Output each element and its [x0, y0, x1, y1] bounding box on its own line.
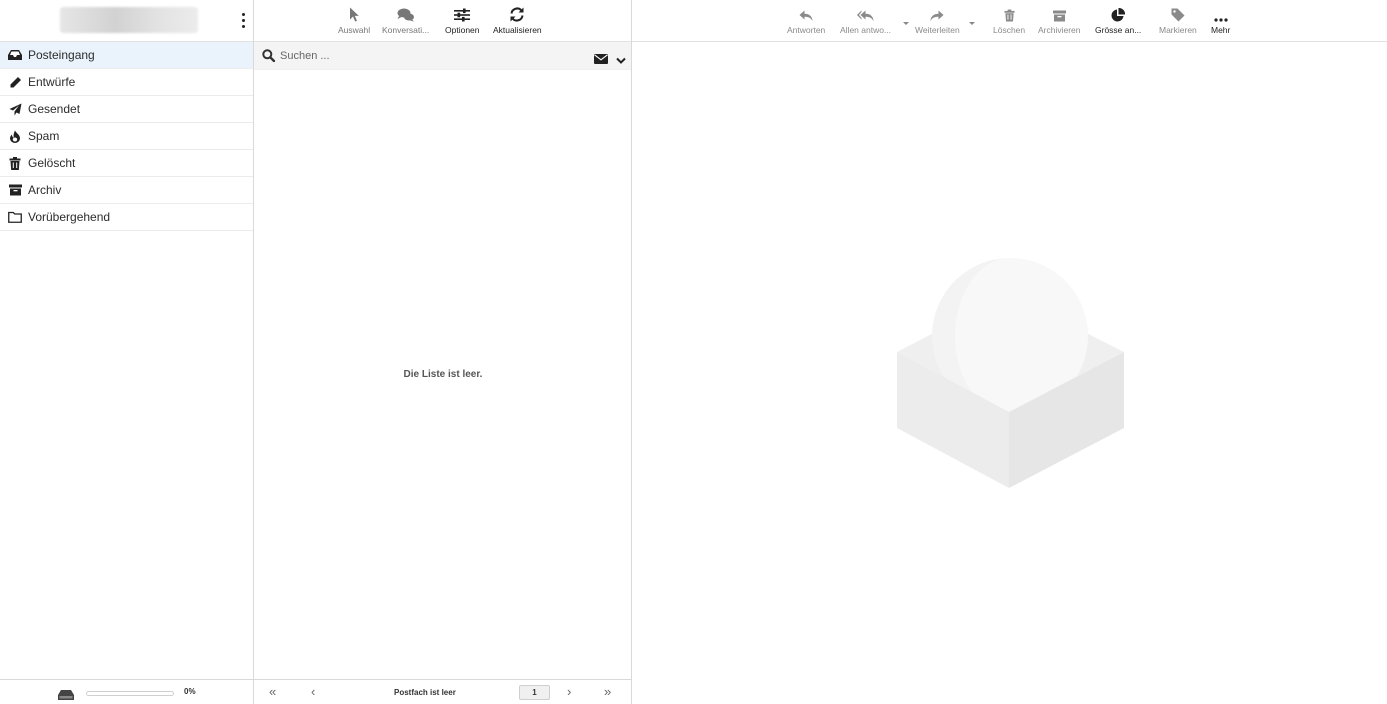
- menu-kebab-icon[interactable]: [237, 11, 249, 31]
- folder-item-spam[interactable]: Spam: [0, 123, 253, 150]
- chevron-down-icon[interactable]: [616, 52, 626, 70]
- folder-item-archive[interactable]: Archiv: [0, 177, 253, 204]
- tag-icon: [1171, 4, 1185, 22]
- previous-page-icon[interactable]: ‹: [311, 684, 315, 700]
- quota-progress: [86, 691, 174, 696]
- reply-icon: [799, 4, 813, 22]
- select-button[interactable]: Auswahl: [338, 4, 370, 35]
- size-button[interactable]: Grösse an...: [1095, 4, 1141, 35]
- page-number-input[interactable]: 1: [519, 685, 550, 700]
- refresh-label: Aktualisieren: [493, 25, 542, 35]
- select-label: Auswahl: [338, 25, 371, 35]
- forward-dropdown-icon[interactable]: [969, 22, 975, 25]
- pencil-icon: [8, 75, 22, 89]
- next-page-icon[interactable]: ›: [567, 684, 571, 700]
- search-bar: [254, 42, 631, 70]
- last-page-icon[interactable]: »: [604, 684, 611, 700]
- message-list-panel: Auswahl Konversati... Optionen Aktualisi…: [254, 0, 632, 704]
- ellipsis-icon: [1214, 4, 1228, 22]
- fire-icon: [8, 129, 22, 143]
- folder-label: Gelöscht: [28, 156, 76, 170]
- reply-all-label: Allen antwo...: [840, 25, 892, 35]
- forward-button[interactable]: Weiterleiten: [915, 4, 960, 35]
- pagination-bar: « ‹ Postfach ist leer 1 › »: [254, 679, 631, 704]
- folder-label: Gesendet: [28, 102, 81, 116]
- archive-icon: [8, 183, 22, 197]
- pie-chart-icon: [1111, 4, 1126, 22]
- options-label: Optionen: [445, 25, 480, 35]
- delete-button[interactable]: Löschen: [993, 4, 1025, 35]
- first-page-icon[interactable]: «: [269, 684, 276, 700]
- refresh-icon: [509, 4, 525, 22]
- cursor-icon: [349, 4, 359, 22]
- folder-label: Vorübergehend: [28, 210, 111, 224]
- forward-icon: [930, 4, 944, 22]
- conversation-icon: [397, 4, 415, 22]
- archive-icon: [1052, 4, 1066, 22]
- reply-all-icon: [857, 4, 874, 22]
- quota-percent: 0%: [184, 687, 196, 696]
- folder-item-sent[interactable]: Gesendet: [0, 96, 253, 123]
- folder-label: Archiv: [28, 183, 62, 197]
- search-icon: [262, 49, 276, 67]
- message-toolbar: Antworten Allen antwo... Weiterleiten Lö…: [632, 0, 1387, 42]
- quota-footer: 0%: [0, 679, 253, 704]
- more-button[interactable]: Mehr: [1211, 4, 1230, 35]
- sliders-icon: [454, 4, 471, 22]
- list-toolbar: Auswahl Konversati... Optionen Aktualisi…: [254, 0, 631, 42]
- forward-label: Weiterleiten: [915, 25, 960, 35]
- mark-button[interactable]: Markieren: [1159, 4, 1197, 35]
- reply-all-dropdown-icon[interactable]: [903, 22, 909, 25]
- envelope-icon[interactable]: [594, 51, 608, 69]
- folder-item-inbox[interactable]: Posteingang: [0, 42, 253, 69]
- more-label: Mehr: [1211, 25, 1231, 35]
- folder-list: Posteingang Entwürfe Gesendet Spam Gelös…: [0, 42, 253, 231]
- folder-label: Spam: [28, 129, 60, 143]
- paper-plane-icon: [8, 102, 22, 116]
- folder-sidebar: Posteingang Entwürfe Gesendet Spam Gelös…: [0, 0, 254, 704]
- options-button[interactable]: Optionen: [445, 4, 480, 35]
- delete-label: Löschen: [993, 25, 1026, 35]
- reply-all-button[interactable]: Allen antwo...: [840, 4, 891, 35]
- webmail-app: Posteingang Entwürfe Gesendet Spam Gelös…: [0, 0, 1387, 704]
- reply-label: Antworten: [787, 25, 826, 35]
- logo[interactable]: [60, 7, 198, 33]
- empty-mailbox-watermark: [897, 258, 1124, 488]
- trash-icon: [8, 156, 22, 170]
- trash-icon: [1004, 4, 1015, 22]
- threads-button[interactable]: Konversati...: [382, 4, 429, 35]
- folder-item-temporary[interactable]: Vorübergehend: [0, 204, 253, 231]
- archive-button[interactable]: Archivieren: [1038, 4, 1081, 35]
- folder-item-drafts[interactable]: Entwürfe: [0, 69, 253, 96]
- logo-header: [0, 0, 253, 42]
- folder-label: Posteingang: [28, 48, 95, 62]
- message-preview-panel: Antworten Allen antwo... Weiterleiten Lö…: [632, 0, 1387, 704]
- threads-label: Konversati...: [382, 25, 430, 35]
- empty-list-message: Die Liste ist leer.: [403, 369, 483, 380]
- mark-label: Markieren: [1159, 25, 1197, 35]
- hard-drive-icon: [58, 687, 74, 704]
- reply-button[interactable]: Antworten: [787, 4, 825, 35]
- search-input[interactable]: [280, 46, 580, 66]
- size-label: Grösse an...: [1095, 25, 1142, 35]
- inbox-icon: [8, 48, 22, 62]
- mailbox-status: Postfach ist leer: [394, 688, 456, 697]
- folder-item-trash[interactable]: Gelöscht: [0, 150, 253, 177]
- refresh-button[interactable]: Aktualisieren: [493, 4, 542, 35]
- folder-label: Entwürfe: [28, 75, 76, 89]
- archive-label: Archivieren: [1038, 25, 1081, 35]
- folder-icon: [8, 210, 22, 224]
